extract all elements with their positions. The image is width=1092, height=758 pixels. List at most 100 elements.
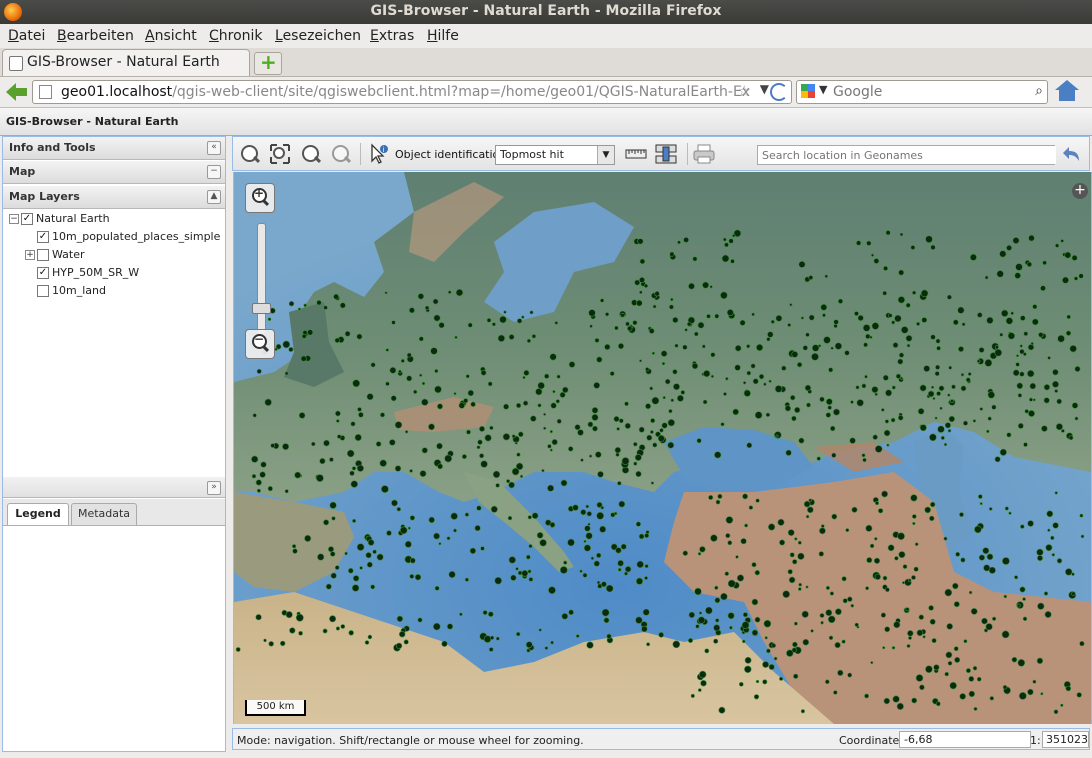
- populated-place-dot[interactable]: [340, 624, 346, 629]
- populated-place-dot[interactable]: [419, 373, 423, 377]
- populated-place-dot[interactable]: [865, 586, 870, 591]
- populated-place-dot[interactable]: [1054, 491, 1058, 495]
- populated-place-dot[interactable]: [521, 569, 529, 577]
- populated-place-dot[interactable]: [638, 290, 643, 295]
- populated-place-dot[interactable]: [643, 283, 649, 288]
- populated-place-dot[interactable]: [952, 319, 959, 326]
- populated-place-dot[interactable]: [351, 584, 360, 592]
- populated-place-dot[interactable]: [987, 416, 992, 421]
- populated-place-dot[interactable]: [323, 305, 328, 310]
- populated-place-dot[interactable]: [384, 291, 388, 295]
- populated-place-dot[interactable]: [927, 390, 935, 398]
- populated-place-dot[interactable]: [379, 459, 387, 467]
- populated-place-dot[interactable]: [1073, 276, 1079, 281]
- populated-place-dot[interactable]: [282, 340, 291, 349]
- populated-place-dot[interactable]: [311, 441, 316, 447]
- populated-place-dot[interactable]: [487, 381, 493, 387]
- populated-place-dot[interactable]: [724, 242, 729, 248]
- populated-place-dot[interactable]: [672, 383, 680, 391]
- populated-place-dot[interactable]: [1019, 315, 1026, 321]
- populated-place-dot[interactable]: [295, 613, 304, 622]
- populated-place-dot[interactable]: [594, 451, 602, 458]
- populated-place-dot[interactable]: [897, 358, 904, 365]
- populated-place-dot[interactable]: [613, 416, 620, 423]
- populated-place-dot[interactable]: [928, 605, 934, 611]
- populated-place-dot[interactable]: [494, 576, 503, 585]
- populated-place-dot[interactable]: [1065, 330, 1072, 336]
- populated-place-dot[interactable]: [664, 378, 671, 385]
- populated-place-dot[interactable]: [1014, 272, 1022, 279]
- populated-place-dot[interactable]: [550, 640, 554, 645]
- populated-place-dot[interactable]: [713, 624, 721, 632]
- populated-place-dot[interactable]: [1028, 397, 1033, 402]
- menu-bearbeiten[interactable]: Bearbeiten: [57, 28, 134, 44]
- populated-place-dot[interactable]: [1027, 688, 1034, 696]
- populated-place-dot[interactable]: [1036, 548, 1044, 556]
- populated-place-dot[interactable]: [822, 313, 826, 318]
- chevron-down-icon[interactable]: ▼: [760, 82, 769, 96]
- populated-place-dot[interactable]: [544, 646, 549, 650]
- populated-place-dot[interactable]: [805, 514, 810, 519]
- populated-place-dot[interactable]: [329, 551, 336, 557]
- populated-place-dot[interactable]: [521, 315, 525, 319]
- populated-place-dot[interactable]: [835, 608, 842, 616]
- populated-place-dot[interactable]: [574, 424, 581, 431]
- zoom-full-extent-icon[interactable]: [269, 143, 291, 165]
- populated-place-dot[interactable]: [870, 661, 874, 665]
- populated-place-dot[interactable]: [750, 363, 756, 369]
- populated-place-dot[interactable]: [550, 402, 557, 409]
- populated-place-dot[interactable]: [845, 528, 850, 533]
- populated-place-dot[interactable]: [957, 306, 965, 314]
- populated-place-dot[interactable]: [359, 566, 363, 570]
- populated-place-dot[interactable]: [972, 419, 977, 423]
- populated-place-dot[interactable]: [1017, 658, 1026, 667]
- populated-place-dot[interactable]: [399, 526, 408, 535]
- populated-place-dot[interactable]: [987, 391, 995, 399]
- populated-place-dot[interactable]: [754, 616, 761, 623]
- populated-place-dot[interactable]: [968, 690, 975, 698]
- google-icon[interactable]: [801, 84, 815, 98]
- map-layers-header[interactable]: Map Layers ▲: [3, 186, 225, 209]
- populated-place-dot[interactable]: [617, 567, 622, 572]
- populated-place-dot[interactable]: [561, 612, 569, 620]
- populated-place-dot[interactable]: [870, 253, 875, 257]
- populated-place-dot[interactable]: [1050, 535, 1055, 541]
- populated-place-dot[interactable]: [744, 523, 748, 528]
- populated-place-dot[interactable]: [991, 616, 997, 621]
- populated-place-dot[interactable]: [794, 537, 798, 541]
- populated-place-dot[interactable]: [908, 636, 912, 640]
- populated-place-dot[interactable]: [479, 453, 485, 459]
- populated-place-dot[interactable]: [805, 332, 810, 337]
- populated-place-dot[interactable]: [516, 402, 522, 409]
- populated-place-dot[interactable]: [627, 325, 633, 332]
- reload-icon[interactable]: [770, 83, 788, 101]
- populated-place-dot[interactable]: [785, 449, 792, 456]
- populated-place-dot[interactable]: [911, 514, 917, 519]
- populated-place-dot[interactable]: [680, 390, 686, 395]
- populated-place-dot[interactable]: [437, 403, 444, 410]
- populated-place-dot[interactable]: [986, 429, 990, 434]
- populated-place-dot[interactable]: [523, 369, 530, 376]
- populated-place-dot[interactable]: [650, 481, 655, 485]
- populated-place-dot[interactable]: [538, 628, 542, 632]
- populated-place-dot[interactable]: [591, 413, 599, 421]
- populated-place-dot[interactable]: [1016, 382, 1024, 390]
- populated-place-dot[interactable]: [1068, 435, 1074, 441]
- populated-place-dot[interactable]: [634, 453, 642, 461]
- populated-place-dot[interactable]: [620, 313, 625, 318]
- populated-place-dot[interactable]: [886, 443, 890, 447]
- populated-place-dot[interactable]: [480, 369, 487, 376]
- populated-place-dot[interactable]: [251, 455, 259, 463]
- populated-place-dot[interactable]: [352, 518, 357, 523]
- populated-place-dot[interactable]: [742, 381, 747, 385]
- populated-place-dot[interactable]: [900, 326, 909, 334]
- populated-place-dot[interactable]: [720, 592, 728, 601]
- populated-place-dot[interactable]: [516, 452, 521, 457]
- reset-arrow-icon[interactable]: [1061, 143, 1083, 165]
- populated-place-dot[interactable]: [1019, 586, 1026, 593]
- populated-place-dot[interactable]: [947, 429, 952, 433]
- populated-place-dot[interactable]: [316, 474, 324, 482]
- populated-place-dot[interactable]: [849, 437, 856, 444]
- populated-place-dot[interactable]: [614, 446, 621, 454]
- populated-place-dot[interactable]: [751, 562, 757, 568]
